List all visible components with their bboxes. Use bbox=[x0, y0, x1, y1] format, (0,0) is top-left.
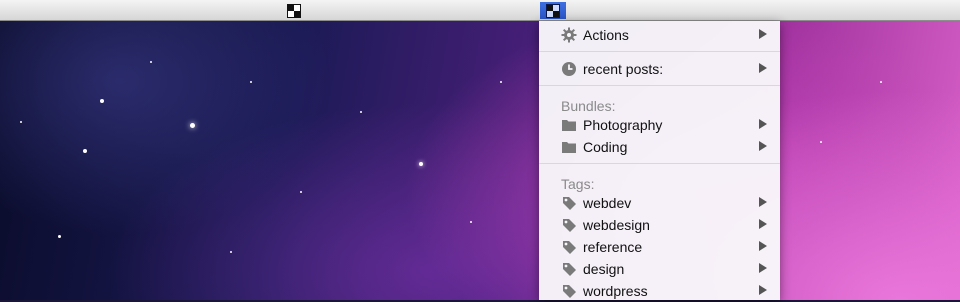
star bbox=[83, 149, 87, 153]
app-status-icon bbox=[546, 3, 560, 18]
submenu-arrow-icon bbox=[759, 63, 767, 73]
star bbox=[300, 191, 302, 193]
submenu-arrow-icon bbox=[759, 241, 767, 251]
star bbox=[100, 99, 104, 103]
star bbox=[230, 251, 232, 253]
menu-item-label: wordpress bbox=[583, 283, 648, 299]
menu-item-tag-webdev[interactable]: webdev bbox=[539, 192, 780, 214]
star bbox=[20, 121, 22, 123]
menubar-status-item-active[interactable] bbox=[540, 2, 566, 19]
star bbox=[500, 81, 502, 83]
menu-item-tag-design[interactable]: design bbox=[539, 258, 780, 280]
star bbox=[820, 141, 822, 143]
tags-header: Tags: bbox=[561, 176, 595, 192]
menu-bar bbox=[0, 0, 960, 21]
submenu-arrow-icon bbox=[759, 263, 767, 273]
bundles-header: Bundles: bbox=[561, 98, 616, 114]
submenu-arrow-icon bbox=[759, 219, 767, 229]
tag-icon bbox=[561, 195, 577, 211]
tag-icon bbox=[561, 217, 577, 233]
menu-item-label: Coding bbox=[583, 139, 628, 155]
submenu-arrow-icon bbox=[759, 119, 767, 129]
menu-item-label: webdesign bbox=[583, 217, 650, 233]
star bbox=[58, 235, 61, 238]
star bbox=[470, 221, 472, 223]
menu-item-label: reference bbox=[583, 239, 643, 255]
menu-item-label: webdev bbox=[583, 195, 632, 211]
menu-item-label: recent posts: bbox=[583, 61, 664, 77]
clock-icon bbox=[561, 61, 577, 77]
desktop-wallpaper bbox=[0, 21, 960, 300]
submenu-arrow-icon bbox=[759, 141, 767, 151]
star bbox=[150, 61, 152, 63]
star bbox=[190, 123, 195, 128]
menubar-status-item[interactable] bbox=[285, 2, 303, 19]
dropdown-menu: Actions recent posts: Bundles: Photograp… bbox=[539, 21, 780, 300]
submenu-arrow-icon bbox=[759, 197, 767, 207]
gear-icon bbox=[561, 27, 577, 43]
folder-icon bbox=[561, 117, 577, 133]
submenu-arrow-icon bbox=[759, 29, 767, 39]
menu-separator bbox=[539, 163, 780, 164]
menu-item-label: Actions bbox=[583, 27, 629, 43]
submenu-arrow-icon bbox=[759, 285, 767, 295]
menu-item-label: Photography bbox=[583, 117, 663, 133]
menu-item-tag-wordpress[interactable]: wordpress bbox=[539, 280, 780, 302]
star bbox=[419, 162, 423, 166]
menu-item-tag-reference[interactable]: reference bbox=[539, 236, 780, 258]
star bbox=[250, 81, 252, 83]
menu-item-recent-posts[interactable]: recent posts: bbox=[539, 58, 780, 80]
star bbox=[880, 81, 882, 83]
tag-icon bbox=[561, 283, 577, 299]
menu-separator bbox=[539, 51, 780, 52]
folder-icon bbox=[561, 139, 577, 155]
menu-item-bundle-photography[interactable]: Photography bbox=[539, 114, 780, 136]
menu-item-actions[interactable]: Actions bbox=[539, 24, 780, 46]
menu-item-tag-webdesign[interactable]: webdesign bbox=[539, 214, 780, 236]
star bbox=[360, 111, 362, 113]
tag-icon bbox=[561, 261, 577, 277]
menu-separator bbox=[539, 85, 780, 86]
app-status-icon bbox=[287, 3, 301, 18]
menu-item-label: design bbox=[583, 261, 625, 277]
menu-item-bundle-coding[interactable]: Coding bbox=[539, 136, 780, 158]
tag-icon bbox=[561, 239, 577, 255]
